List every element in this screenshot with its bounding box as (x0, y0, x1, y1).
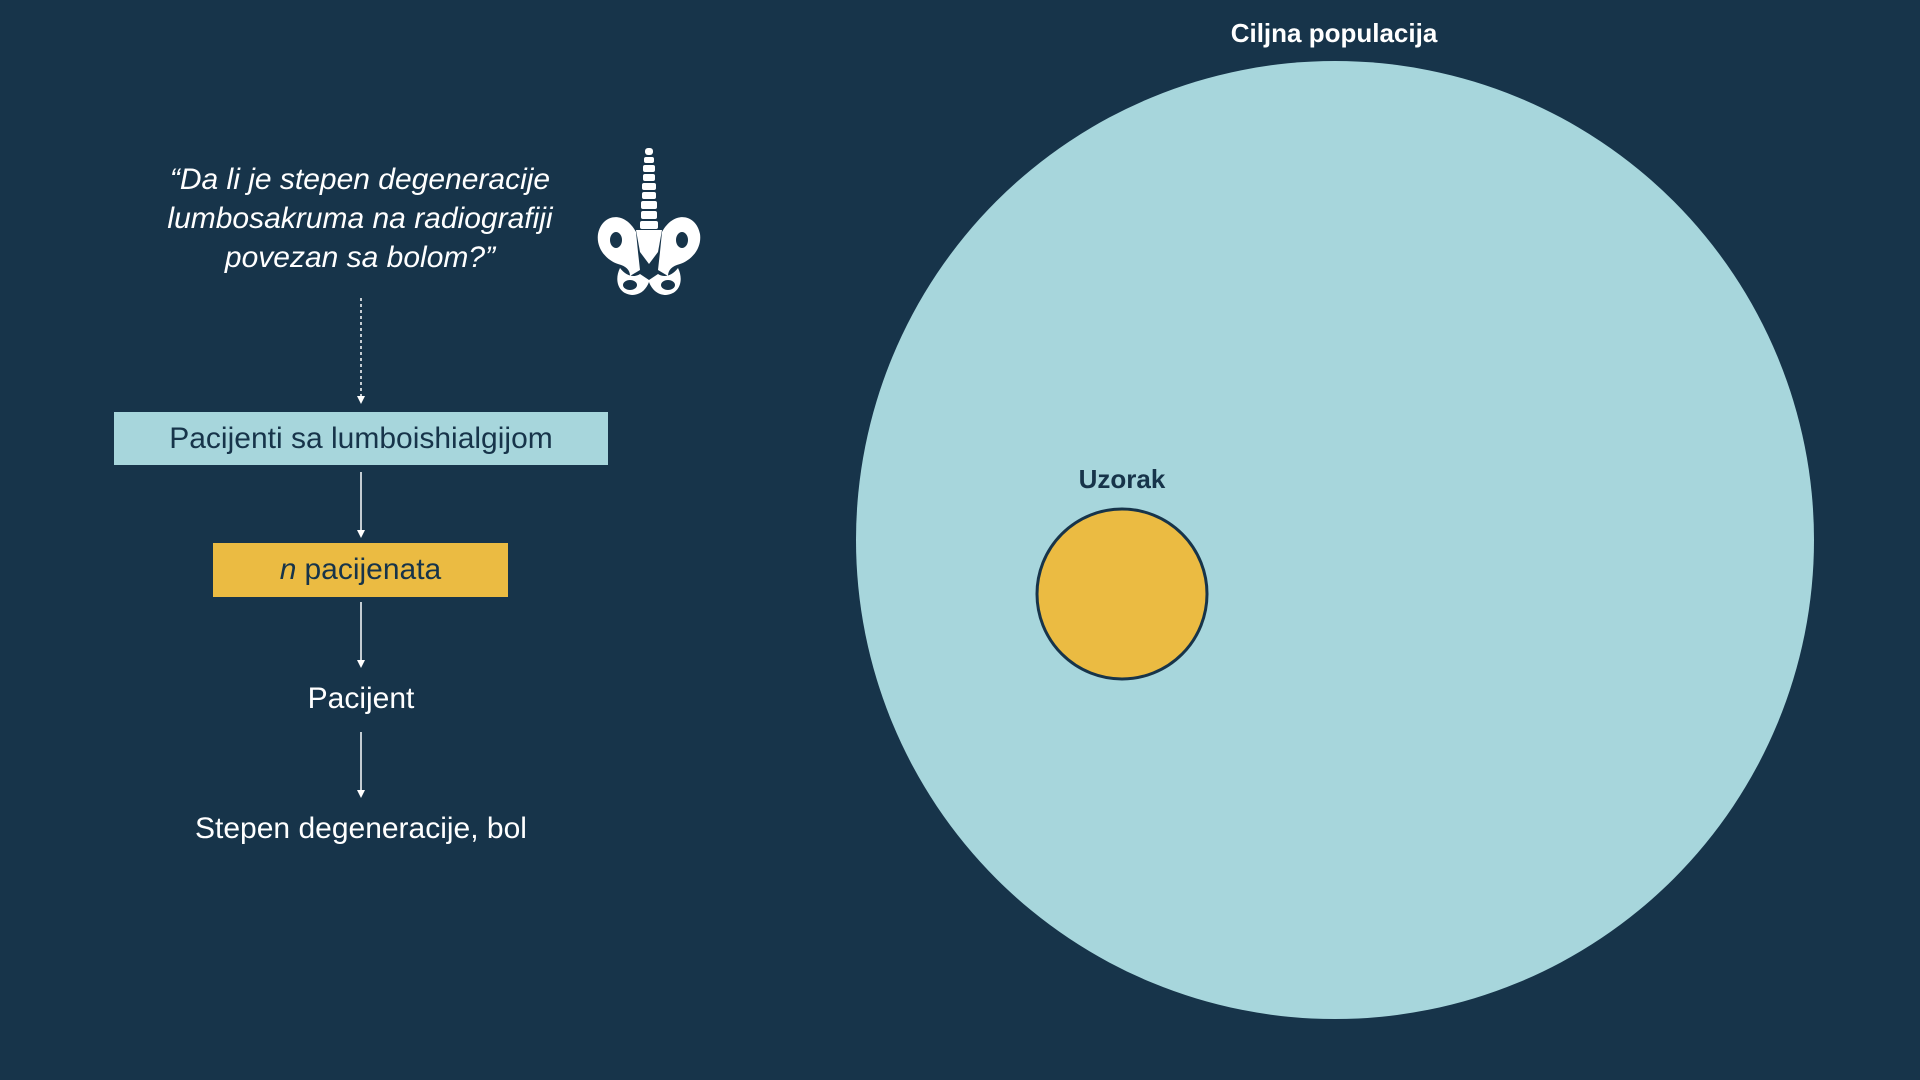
arrow (357, 472, 365, 540)
sample-circle (1035, 507, 1209, 681)
pelvis-spine-icon (597, 148, 701, 295)
target-population-circle (856, 61, 1814, 1019)
population-box: Pacijenti sa lumboishialgijom (114, 412, 608, 465)
research-question: “Da li je stepen degeneracije lumbosakru… (167, 163, 553, 274)
arrow (357, 732, 365, 800)
unit-label: Pacijent (307, 682, 415, 715)
diagram-slide: “Da li je stepen degeneracije lumbosakru… (0, 0, 1920, 1080)
variables-label: Stepen degeneracije, bol (195, 812, 527, 845)
dotted-arrow (357, 298, 365, 406)
sample-box-label: pacijenata (304, 553, 442, 586)
sample-label: Uzorak (1078, 464, 1166, 494)
sample-size-variable: n (279, 553, 297, 586)
target-population-label: Ciljna populacija (1230, 18, 1438, 48)
arrow (357, 602, 365, 670)
sample-box: n pacijenata (213, 543, 508, 597)
population-box-label: Pacijenti sa lumboishialgijom (169, 421, 553, 455)
